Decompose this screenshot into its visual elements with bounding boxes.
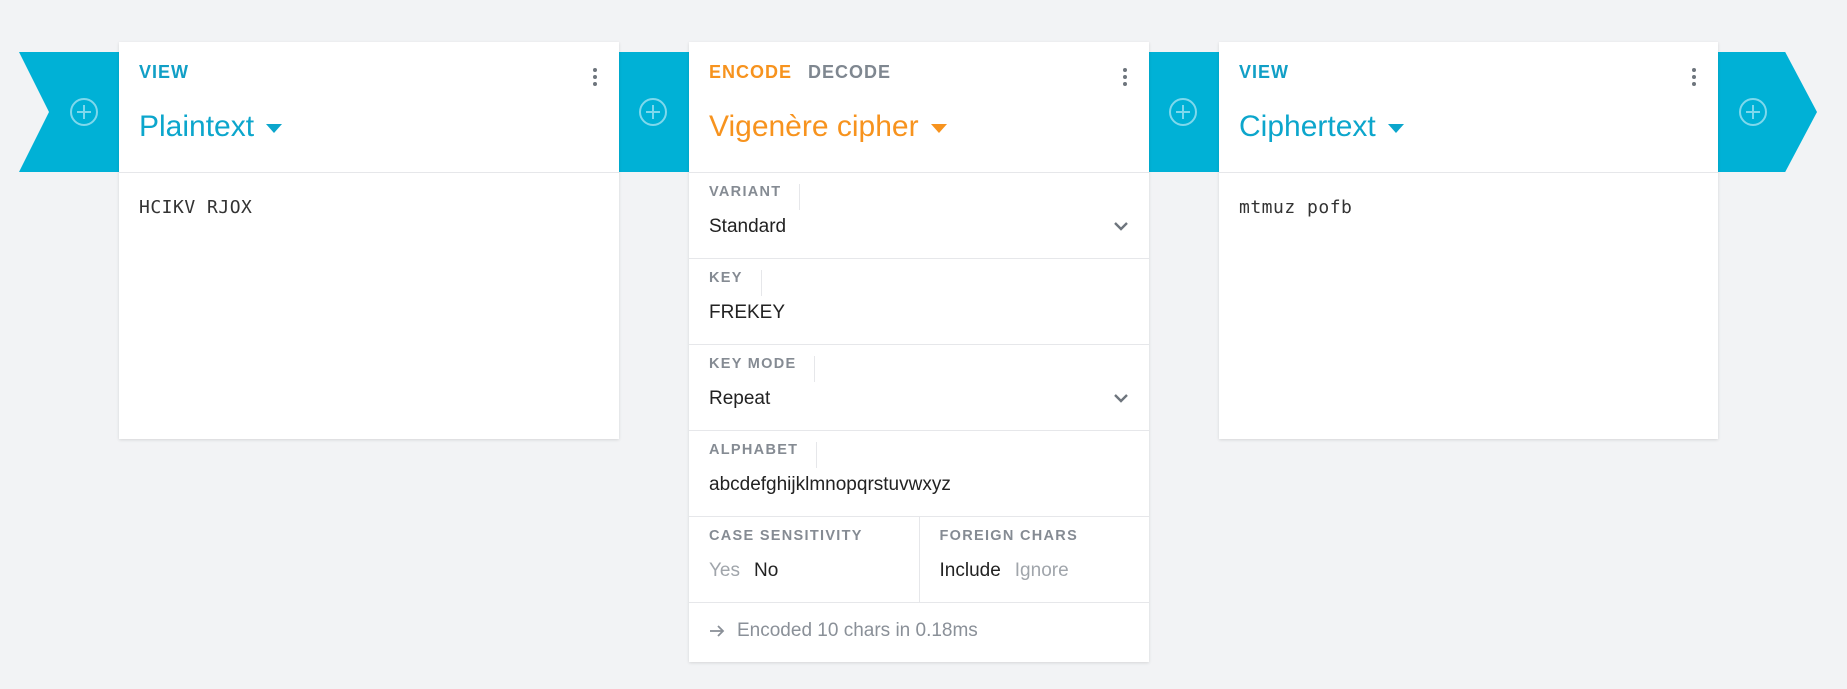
key-input[interactable]: FREKEY	[709, 302, 785, 324]
setting-row-toggles: CASE SENSITIVITY Yes No FOREIGN CHARS In…	[689, 517, 1149, 603]
ciphertext-view-card: VIEW Ciphertext mtmuz pofb	[1219, 42, 1718, 439]
setting-label: FOREIGN CHARS	[939, 528, 1079, 544]
tab-view[interactable]: VIEW	[1239, 62, 1289, 83]
card-header: VIEW Ciphertext	[1219, 42, 1718, 173]
more-vertical-icon[interactable]	[1684, 62, 1704, 92]
setting-label: VARIANT	[709, 184, 801, 210]
card-title: Ciphertext	[1239, 110, 1376, 143]
card-header: VIEW Plaintext	[119, 42, 619, 173]
plaintext-view-card: VIEW Plaintext HCIKV RJOX	[119, 42, 619, 439]
status-message: Encoded 10 chars in 0.18ms	[709, 620, 978, 642]
setting-key[interactable]: KEY FREKEY	[689, 259, 1149, 345]
tab-decode[interactable]: DECODE	[808, 62, 891, 83]
tab-view[interactable]: VIEW	[139, 62, 189, 83]
setting-alphabet[interactable]: ALPHABET abcdefghijklmnopqrstuvwxyz	[689, 431, 1149, 517]
card-tabs: VIEW	[1239, 62, 1289, 83]
plaintext-content[interactable]: HCIKV RJOX	[119, 173, 619, 242]
foreign-chars-toggle: Include Ignore	[940, 560, 1069, 582]
add-brick-button-left[interactable]	[69, 97, 99, 127]
add-brick-button-right[interactable]	[1738, 97, 1768, 127]
pipeline-stage: VIEW Plaintext HCIKV RJOX ENCODE DECODE …	[0, 0, 1847, 689]
tab-encode[interactable]: ENCODE	[709, 62, 792, 83]
brick-selector[interactable]: Vigenère cipher	[709, 110, 947, 144]
arrow-right-icon	[710, 625, 725, 637]
option-ignore[interactable]: Ignore	[1015, 560, 1069, 582]
option-no[interactable]: No	[754, 560, 778, 582]
status-text: Encoded 10 chars in 0.18ms	[737, 620, 978, 641]
ciphertext-content[interactable]: mtmuz pofb	[1219, 173, 1718, 242]
alphabet-input[interactable]: abcdefghijklmnopqrstuvwxyz	[709, 474, 951, 496]
key-mode-select[interactable]: Repeat	[709, 388, 770, 410]
option-yes[interactable]: Yes	[709, 560, 740, 582]
add-brick-button-mid-2[interactable]	[1168, 97, 1198, 127]
plus-circle-icon	[1169, 98, 1197, 126]
setting-label: CASE SENSITIVITY	[709, 528, 863, 544]
card-tabs: ENCODE DECODE	[709, 62, 891, 83]
more-vertical-icon[interactable]	[1115, 62, 1135, 92]
card-tabs: VIEW	[139, 62, 189, 83]
setting-label: ALPHABET	[709, 442, 818, 468]
setting-foreign-chars: FOREIGN CHARS Include Ignore	[918, 517, 1150, 602]
chevron-down-icon	[1114, 222, 1128, 231]
card-title: Plaintext	[139, 110, 255, 143]
caret-down-icon	[930, 124, 947, 133]
setting-case-sensitivity: CASE SENSITIVITY Yes No	[689, 517, 919, 602]
vigenere-cipher-card: ENCODE DECODE Vigenère cipher VARIANT St…	[689, 42, 1149, 662]
plus-circle-icon	[639, 98, 667, 126]
card-header: ENCODE DECODE Vigenère cipher	[689, 42, 1149, 173]
setting-key-mode[interactable]: KEY MODE Repeat	[689, 345, 1149, 431]
brick-selector[interactable]: Plaintext	[139, 110, 283, 144]
case-sensitivity-toggle: Yes No	[709, 560, 778, 582]
card-title: Vigenère cipher	[709, 110, 919, 143]
caret-down-icon	[266, 124, 283, 133]
plus-circle-icon	[1739, 98, 1767, 126]
option-include[interactable]: Include	[940, 560, 1001, 582]
add-brick-button-mid-1[interactable]	[638, 97, 668, 127]
caret-down-icon	[1387, 124, 1404, 133]
variant-select[interactable]: Standard	[709, 216, 786, 238]
plus-circle-icon	[70, 98, 98, 126]
chevron-down-icon	[1114, 394, 1128, 403]
more-vertical-icon[interactable]	[585, 62, 605, 92]
setting-label: KEY MODE	[709, 356, 816, 382]
brick-selector[interactable]: Ciphertext	[1239, 110, 1404, 144]
setting-label: KEY	[709, 270, 762, 296]
setting-variant[interactable]: VARIANT Standard	[689, 173, 1149, 259]
